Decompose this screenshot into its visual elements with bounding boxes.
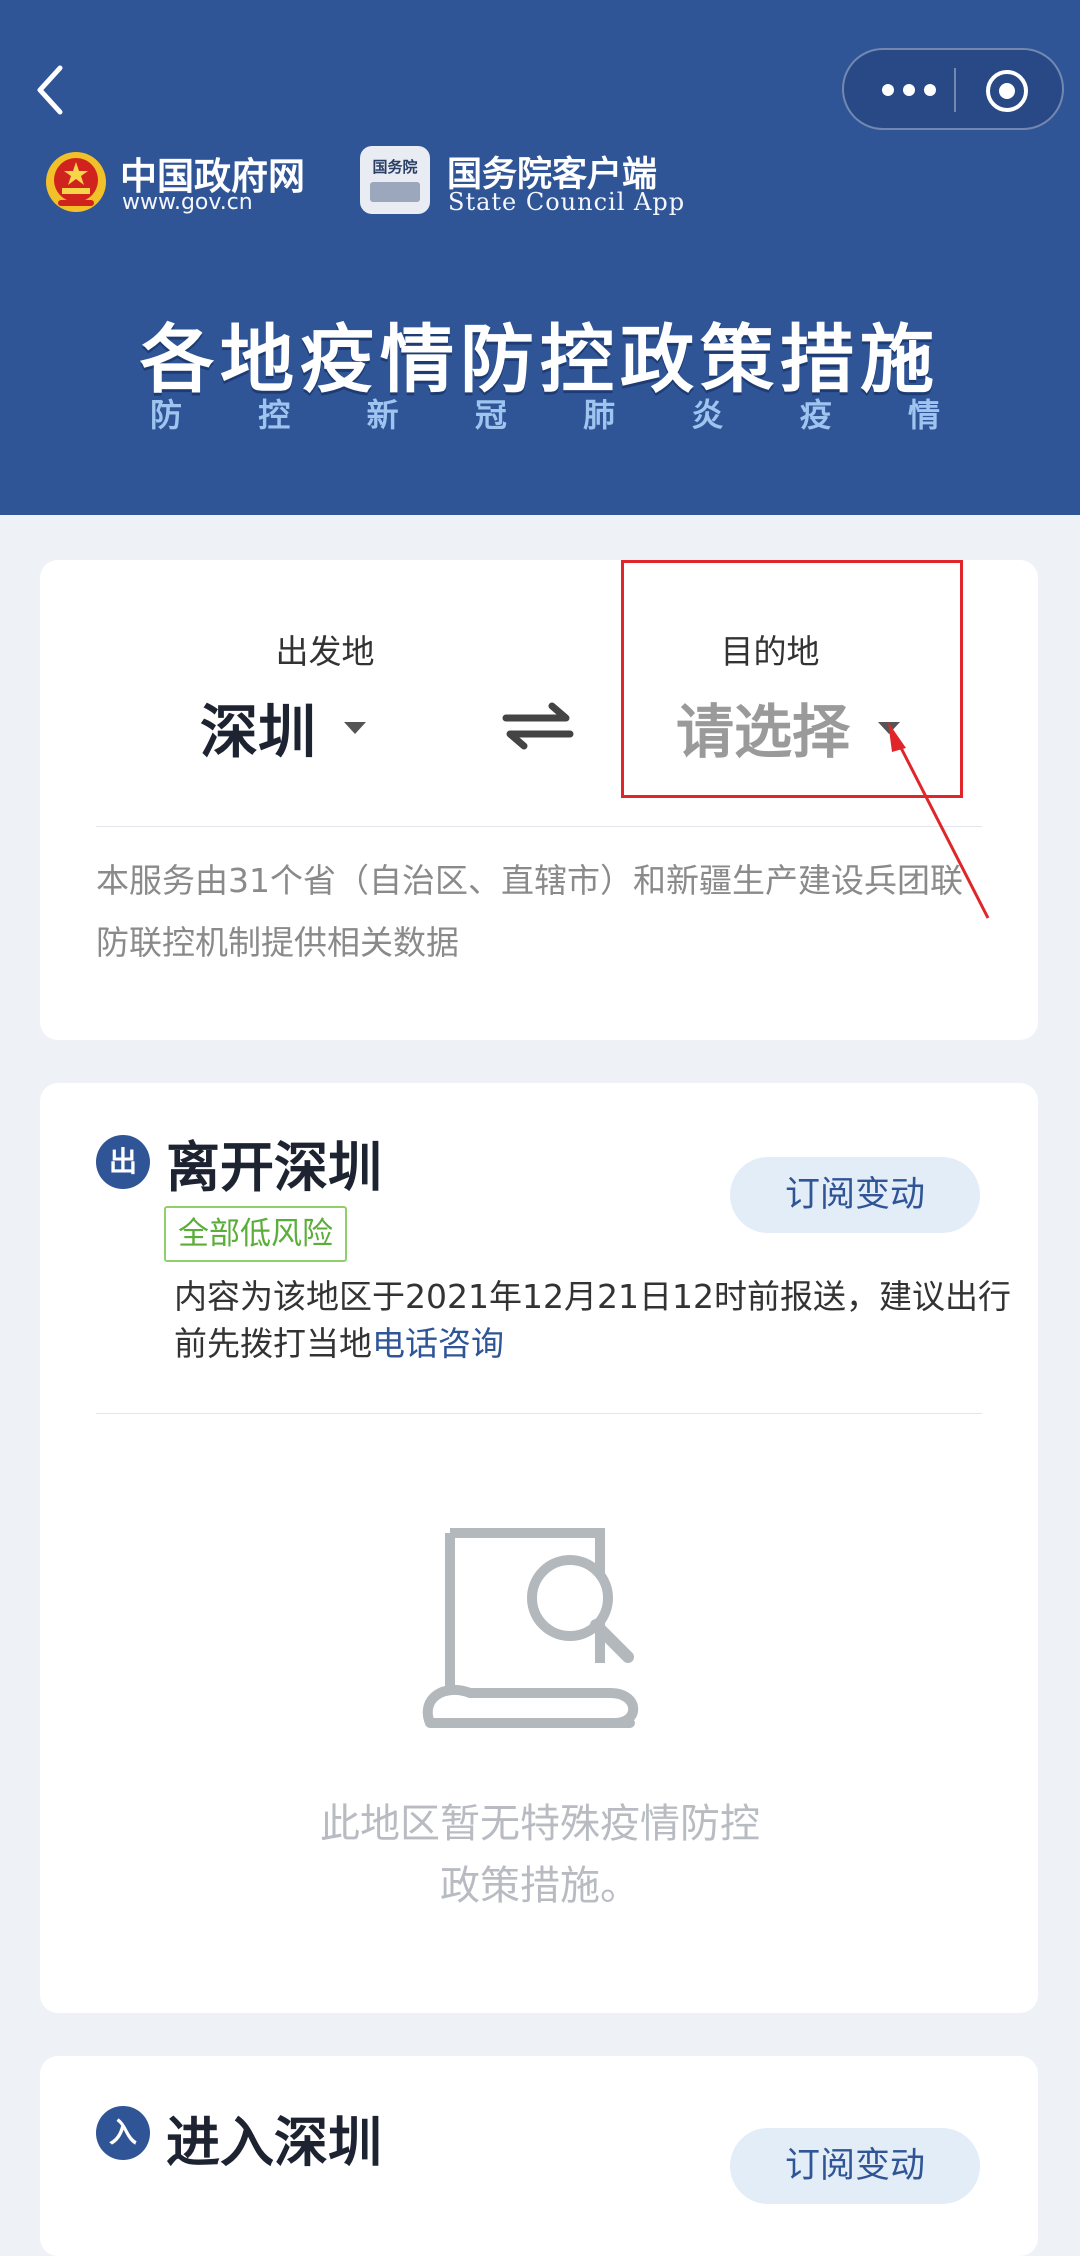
subtitle-char: 情 — [907, 396, 940, 434]
state-council-app-icon: 国务院 — [360, 146, 430, 214]
divider — [96, 826, 982, 827]
enter-title: 进入深圳 — [166, 2111, 382, 2174]
empty-state-line1: 此地区暂无特殊疫情防控 — [320, 1801, 760, 1847]
page-subtitle: 防 控 新 冠 肺 炎 疫 情 — [150, 390, 940, 436]
enter-card: 入 进入深圳 订阅变动 — [40, 2056, 1038, 2256]
capsule-separator — [954, 68, 956, 112]
divider — [96, 1413, 982, 1414]
enter-badge: 入 — [96, 2106, 150, 2160]
gov-site-url: www.gov.cn — [122, 190, 253, 215]
origin-select[interactable]: 深圳 — [200, 685, 316, 769]
origin-label: 出发地 — [275, 632, 375, 671]
data-source-notice: 本服务由31个省（自治区、直辖市）和新疆生产建设兵团联防联控机制提供相关数据 — [96, 861, 963, 962]
subtitle-char: 控 — [258, 396, 291, 434]
phone-consult-link[interactable]: 电话咨询 — [372, 1324, 504, 1363]
empty-document-search-icon — [422, 1528, 639, 1728]
depart-title: 离开深圳 — [166, 1136, 382, 1199]
depart-card: 出 离开深圳 全部低风险 订阅变动 内容为该地区于2021年12月21日12时前… — [40, 1083, 1038, 2013]
app-icon-text: 国务院 — [372, 158, 418, 176]
national-emblem-icon — [46, 152, 106, 212]
report-info: 内容为该地区于2021年12月21日12时前报送，建议出行前先拨打当地电话咨询 — [174, 1273, 1014, 1367]
subtitle-char: 肺 — [583, 396, 616, 434]
origin-dropdown-icon[interactable] — [344, 722, 366, 734]
risk-level-tag: 全部低风险 — [164, 1206, 347, 1262]
close-target-icon[interactable] — [984, 68, 1030, 114]
subtitle-char: 疫 — [799, 396, 832, 434]
header: 中国政府网 www.gov.cn 国务院 国务院客户端 State Counci… — [0, 0, 1080, 515]
depart-badge: 出 — [96, 1135, 150, 1189]
subtitle-char: 冠 — [474, 396, 507, 434]
app-english-name: State Council App — [448, 188, 686, 216]
subtitle-char: 防 — [150, 396, 183, 434]
subtitle-char: 炎 — [691, 396, 724, 434]
empty-state-line2: 政策措施。 — [440, 1863, 640, 1909]
subtitle-char: 新 — [366, 396, 399, 434]
more-dots-icon[interactable] — [874, 74, 944, 106]
subscribe-changes-button[interactable]: 订阅变动 — [730, 1157, 980, 1233]
empty-state-text: 此地区暂无特殊疫情防控 政策措施。 — [190, 1793, 890, 1917]
swap-icon[interactable] — [500, 700, 576, 752]
annotation-highlight-box — [621, 560, 963, 798]
subscribe-changes-button[interactable]: 订阅变动 — [730, 2128, 980, 2204]
route-card: 出发地 深圳 目的地 请选择 本服务由31个省（自治区、直辖市）和新疆生产建设兵… — [40, 560, 1038, 1040]
mini-program-capsule — [842, 48, 1064, 130]
report-info-text: 内容为该地区于2021年12月21日12时前报送，建议出行前先拨打当地 — [174, 1277, 1011, 1363]
back-arrow-icon[interactable] — [30, 60, 70, 120]
